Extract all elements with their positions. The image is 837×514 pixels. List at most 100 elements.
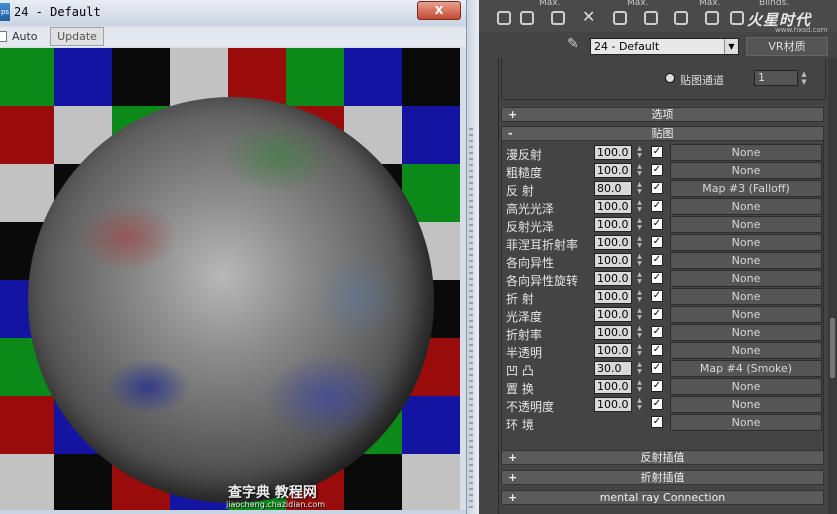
map-row: 凹 凸 30.0 ▲ ▼ ✓ Map #4 (Smoke) bbox=[502, 360, 825, 378]
map-enable-checkbox[interactable]: ✓ bbox=[651, 362, 663, 374]
map-slot-button[interactable]: None bbox=[670, 234, 822, 251]
material-name-dropdown[interactable]: 24 - Default ▼ bbox=[590, 38, 739, 55]
map-channel-input[interactable]: 1 bbox=[754, 70, 798, 86]
map-amount-input[interactable]: 100.0 bbox=[594, 271, 632, 286]
unique-icon[interactable] bbox=[644, 11, 658, 25]
map-enable-checkbox[interactable]: ✓ bbox=[651, 290, 663, 302]
map-slot-button[interactable]: None bbox=[670, 252, 822, 269]
rollout-title: 折射插值 bbox=[640, 471, 685, 484]
map-slot-button[interactable]: None bbox=[670, 396, 822, 413]
map-slot-button[interactable]: None bbox=[670, 144, 822, 161]
map-slot-button[interactable]: None bbox=[670, 342, 822, 359]
map-channel-label: 贴图通道 bbox=[680, 74, 724, 87]
map-enable-checkbox[interactable]: ✓ bbox=[651, 146, 663, 158]
amount-spinner[interactable]: ▲ ▼ bbox=[635, 217, 644, 232]
material-id-icon[interactable] bbox=[674, 11, 688, 25]
map-slot-button[interactable]: Map #3 (Falloff) bbox=[670, 180, 822, 197]
map-enable-checkbox[interactable]: ✓ bbox=[651, 308, 663, 320]
show-result-icon[interactable] bbox=[730, 11, 744, 25]
amount-spinner[interactable]: ▲ ▼ bbox=[635, 289, 644, 304]
map-slot-button[interactable]: Map #4 (Smoke) bbox=[670, 360, 822, 377]
map-amount-input[interactable]: 100.0 bbox=[594, 253, 632, 268]
rollout-mental-ray[interactable]: + mental ray Connection bbox=[501, 490, 824, 505]
map-amount-input[interactable]: 100.0 bbox=[594, 397, 632, 412]
map-slot-button[interactable]: None bbox=[670, 216, 822, 233]
chevron-down-icon[interactable]: ▼ bbox=[724, 39, 738, 54]
checker-cell bbox=[402, 396, 460, 454]
amount-spinner[interactable]: ▲ ▼ bbox=[635, 163, 644, 178]
channel-spinner[interactable]: ▲ ▼ bbox=[799, 70, 809, 86]
close-button[interactable]: X bbox=[417, 1, 461, 20]
map-enable-checkbox[interactable]: ✓ bbox=[651, 164, 663, 176]
map-amount-input[interactable]: 30.0 bbox=[594, 361, 632, 376]
map-slot-button[interactable]: None bbox=[670, 270, 822, 287]
map-enable-checkbox[interactable]: ✓ bbox=[651, 344, 663, 356]
map-slot-button[interactable]: None bbox=[670, 162, 822, 179]
map-slot-button[interactable]: None bbox=[670, 306, 822, 323]
amount-spinner[interactable]: ▲ ▼ bbox=[635, 343, 644, 358]
amount-spinner[interactable]: ▲ ▼ bbox=[635, 235, 644, 250]
map-enable-checkbox[interactable]: ✓ bbox=[651, 236, 663, 248]
map-amount-input[interactable]: 100.0 bbox=[594, 307, 632, 322]
amount-spinner[interactable]: ▲ ▼ bbox=[635, 361, 644, 376]
preview-status-strip bbox=[0, 510, 466, 514]
amount-spinner[interactable]: ▲ ▼ bbox=[635, 397, 644, 412]
map-channel-radio[interactable] bbox=[665, 73, 675, 83]
map-enable-checkbox[interactable]: ✓ bbox=[651, 254, 663, 266]
rollout-options[interactable]: + 选项 bbox=[501, 107, 824, 122]
map-amount-input[interactable]: 100.0 bbox=[594, 217, 632, 232]
map-slot-button[interactable]: None bbox=[670, 288, 822, 305]
amount-spinner[interactable]: ▲ ▼ bbox=[635, 325, 644, 340]
map-amount-input[interactable]: 100.0 bbox=[594, 379, 632, 394]
map-amount-input[interactable]: 100.0 bbox=[594, 289, 632, 304]
map-slot-button[interactable]: None bbox=[670, 324, 822, 341]
map-row: 置 换 100.0 ▲ ▼ ✓ None bbox=[502, 378, 825, 396]
map-amount-input[interactable]: 80.0 bbox=[594, 181, 632, 196]
map-slot-button[interactable]: None bbox=[670, 414, 822, 431]
get-material-icon[interactable] bbox=[497, 11, 511, 25]
panel-scrollbar[interactable] bbox=[828, 58, 837, 514]
map-enable-checkbox[interactable]: ✓ bbox=[651, 182, 663, 194]
map-amount-input[interactable]: 100.0 bbox=[594, 199, 632, 214]
map-enable-checkbox[interactable]: ✓ bbox=[651, 380, 663, 392]
map-amount-input[interactable]: 100.0 bbox=[594, 343, 632, 358]
map-enable-checkbox[interactable]: ✓ bbox=[651, 416, 663, 428]
delete-icon[interactable]: ✕ bbox=[582, 9, 596, 25]
map-enable-checkbox[interactable]: ✓ bbox=[651, 218, 663, 230]
map-enable-checkbox[interactable]: ✓ bbox=[651, 326, 663, 338]
auto-checkbox[interactable] bbox=[0, 31, 7, 42]
map-enable-checkbox[interactable]: ✓ bbox=[651, 200, 663, 212]
amount-spinner[interactable]: ▲ ▼ bbox=[635, 199, 644, 214]
amount-spinner[interactable]: ▲ ▼ bbox=[635, 271, 644, 286]
put-material-icon[interactable] bbox=[520, 11, 534, 25]
amount-spinner[interactable]: ▲ ▼ bbox=[635, 307, 644, 322]
map-amount-input[interactable]: 100.0 bbox=[594, 163, 632, 178]
assign-material-icon[interactable] bbox=[551, 11, 565, 25]
map-amount-input[interactable]: 100.0 bbox=[594, 235, 632, 250]
map-enable-checkbox[interactable]: ✓ bbox=[651, 398, 663, 410]
rollout-reflect-interp[interactable]: + 反射插值 bbox=[501, 450, 824, 465]
amount-spinner[interactable]: ▲ ▼ bbox=[635, 145, 644, 160]
map-slot-button[interactable]: None bbox=[670, 378, 822, 395]
map-slot-label: 光泽度 bbox=[506, 310, 543, 324]
show-map-icon[interactable] bbox=[705, 11, 719, 25]
amount-spinner[interactable]: ▲ ▼ bbox=[635, 379, 644, 394]
pick-material-icon[interactable]: ✎ bbox=[567, 36, 581, 54]
material-type-button[interactable]: VR材质 bbox=[746, 37, 828, 56]
scrollbar-thumb[interactable] bbox=[830, 318, 835, 378]
map-enable-checkbox[interactable]: ✓ bbox=[651, 272, 663, 284]
rollout-maps[interactable]: - 贴图 bbox=[501, 126, 824, 141]
copy-material-icon[interactable] bbox=[613, 11, 627, 25]
map-slot-label: 高光光泽 bbox=[506, 202, 555, 216]
map-row: 各向异性 100.0 ▲ ▼ ✓ None bbox=[502, 252, 825, 270]
checker-cell bbox=[402, 48, 460, 106]
map-slot-button[interactable]: None bbox=[670, 198, 822, 215]
amount-spinner[interactable]: ▲ ▼ bbox=[635, 181, 644, 196]
update-button[interactable]: Update bbox=[50, 27, 104, 46]
rollout-refract-interp[interactable]: + 折射插值 bbox=[501, 470, 824, 485]
preview-title-bar[interactable]: ps 24 - Default X bbox=[0, 0, 466, 26]
amount-spinner[interactable]: ▲ ▼ bbox=[635, 253, 644, 268]
resize-grip[interactable] bbox=[469, 128, 473, 508]
map-amount-input[interactable]: 100.0 bbox=[594, 145, 632, 160]
map-amount-input[interactable]: 100.0 bbox=[594, 325, 632, 340]
